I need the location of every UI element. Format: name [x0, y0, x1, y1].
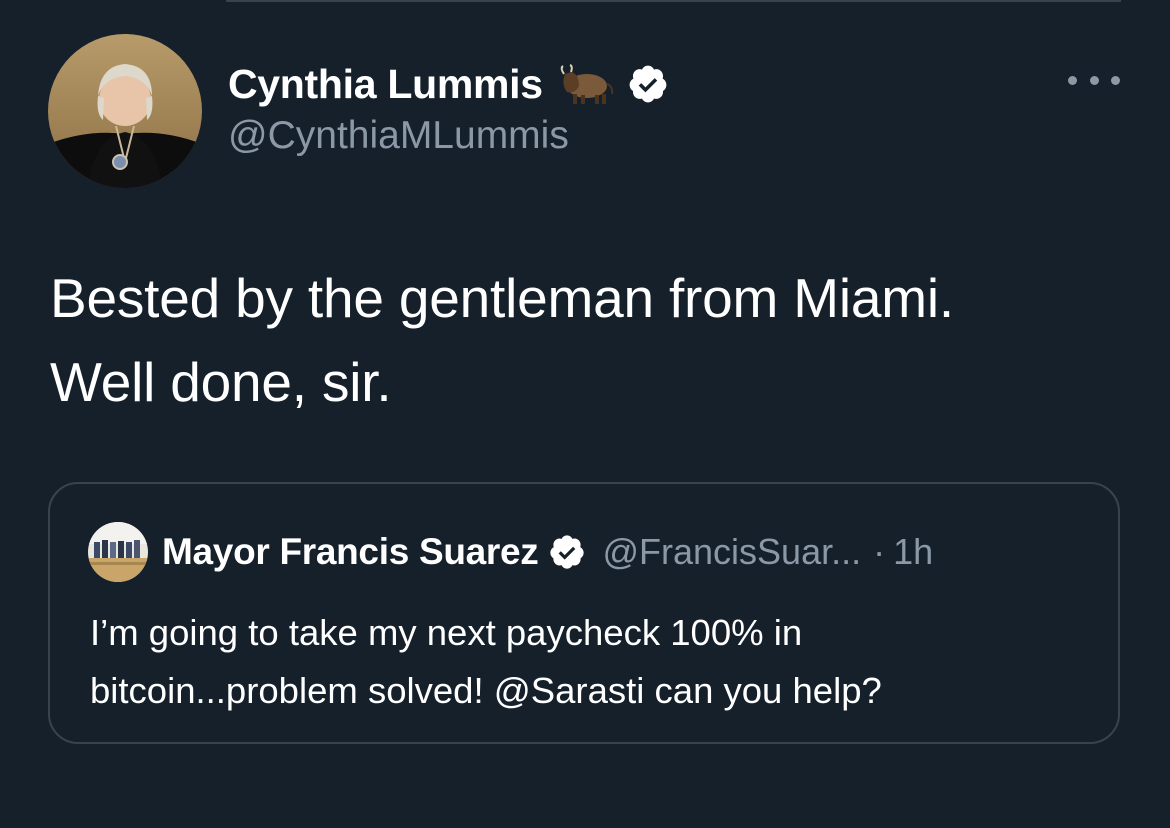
quoted-tweet-time[interactable]: 1h — [893, 531, 933, 573]
author-row: Cynthia Lummis — [228, 56, 669, 112]
quoted-tweet-text: I’m going to take my next paycheck 100% … — [90, 604, 1090, 720]
quoted-author-avatar[interactable] — [88, 522, 148, 582]
quoted-tweet-text-line: I’m going to take my next paycheck 100% … — [90, 612, 803, 653]
top-divider — [226, 0, 1121, 2]
quoted-author-handle[interactable]: @FrancisSuar... — [602, 531, 861, 573]
tweet-text: Bested by the gentleman from Miami. Well… — [50, 256, 1130, 424]
verified-badge-icon — [629, 65, 667, 103]
more-dot — [1089, 75, 1099, 85]
more-dot — [1111, 75, 1120, 85]
author-name[interactable]: Cynthia Lummis — [228, 61, 543, 108]
bison-icon — [560, 64, 613, 104]
quoted-author-name[interactable]: Mayor Francis Suarez — [162, 531, 539, 573]
tweet-detail-page: Cynthia Lummis @CynthiaMLummis Bested by… — [0, 0, 1170, 828]
author-handle[interactable]: @CynthiaMLummis — [228, 114, 569, 158]
verified-badge-icon — [550, 535, 585, 569]
more-horizontal-icon[interactable] — [1068, 66, 1120, 94]
quoted-tweet-card[interactable]: Mayor Francis Suarez @FrancisSuar... · 1… — [48, 482, 1120, 744]
tweet-text-line: Bested by the gentleman from Miami. — [50, 267, 954, 329]
quoted-tweet-header: Mayor Francis Suarez @FrancisSuar... · 1… — [88, 520, 933, 584]
more-dot — [1068, 75, 1077, 85]
timestamp-separator: · — [873, 531, 886, 572]
author-avatar[interactable] — [48, 34, 202, 188]
tweet-text-line: Well done, sir. — [50, 351, 392, 413]
quoted-tweet-text-line: bitcoin...problem solved! @Sarasti can y… — [90, 670, 882, 711]
